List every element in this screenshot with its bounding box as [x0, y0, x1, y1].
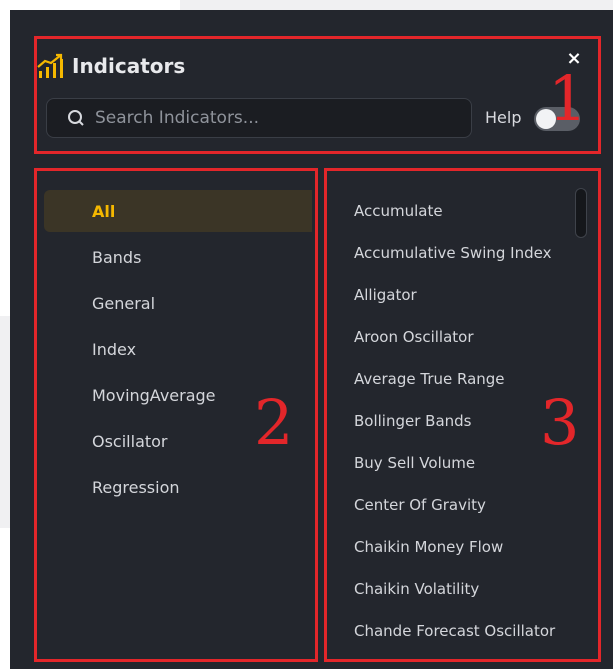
background-strip-top: [180, 0, 613, 10]
annotation-box-1: [34, 36, 601, 154]
background-strip-left: [0, 316, 10, 528]
annotation-number-1: 1: [548, 62, 588, 135]
annotation-number-2: 2: [254, 386, 294, 459]
annotation-number-3: 3: [540, 386, 580, 459]
